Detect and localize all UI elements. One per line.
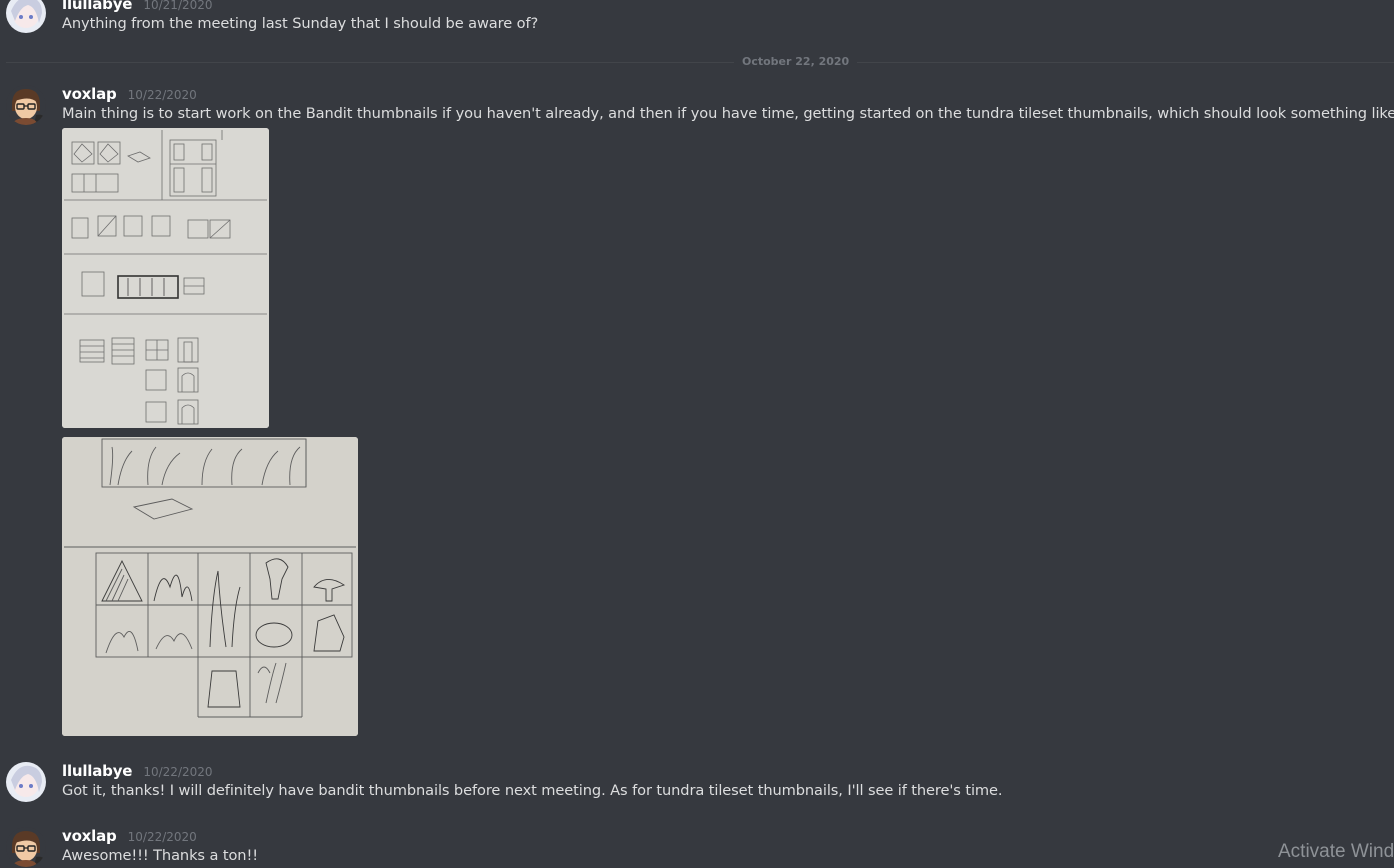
timestamp: 10/21/2020 bbox=[143, 0, 213, 12]
username[interactable]: voxlap bbox=[62, 85, 117, 103]
avatar[interactable] bbox=[6, 0, 46, 33]
message-text: Awesome!!! Thanks a ton!! bbox=[62, 847, 258, 864]
message-header: voxlap 10/22/2020 bbox=[62, 826, 197, 846]
message-header: voxlap 10/22/2020 bbox=[62, 84, 197, 104]
image-attachment[interactable] bbox=[62, 437, 358, 736]
date-divider-label: October 22, 2020 bbox=[734, 55, 858, 68]
message-text: Got it, thanks! I will definitely have b… bbox=[62, 782, 1003, 799]
username[interactable]: voxlap bbox=[62, 827, 117, 845]
username[interactable]: llullabye bbox=[62, 0, 132, 13]
timestamp: 10/22/2020 bbox=[143, 765, 213, 779]
timestamp: 10/22/2020 bbox=[127, 88, 197, 102]
image-attachment[interactable] bbox=[62, 128, 269, 428]
message-header: llullabye 10/22/2020 bbox=[62, 761, 213, 781]
message-text: Main thing is to start work on the Bandi… bbox=[62, 105, 1394, 122]
date-divider-line bbox=[6, 62, 1394, 63]
avatar[interactable] bbox=[6, 827, 46, 867]
chat-messages-area: llullabye 10/21/2020 Anything from the m… bbox=[0, 0, 1394, 868]
avatar[interactable] bbox=[6, 85, 46, 125]
timestamp: 10/22/2020 bbox=[127, 830, 197, 844]
username[interactable]: llullabye bbox=[62, 762, 132, 780]
avatar[interactable] bbox=[6, 762, 46, 802]
message-text: Anything from the meeting last Sunday th… bbox=[62, 15, 539, 32]
message-header: llullabye 10/21/2020 bbox=[62, 0, 213, 14]
activate-windows-watermark: Activate Wind bbox=[1278, 841, 1394, 862]
